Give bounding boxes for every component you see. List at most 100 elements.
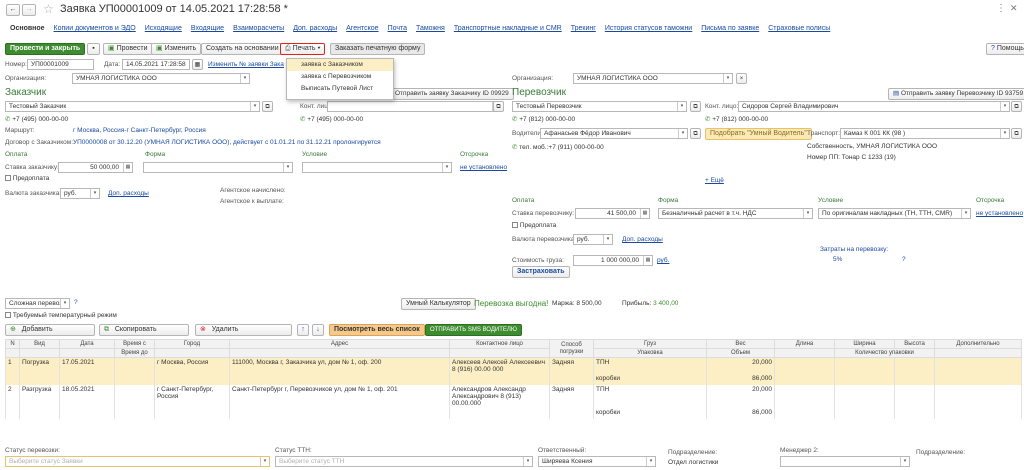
cell-volume[interactable]: 86,000	[706, 374, 775, 385]
cell-empty[interactable]	[114, 385, 155, 408]
cell-contact[interactable]: Александров Александр Александрович 8 (9…	[449, 385, 550, 408]
table-row-sub[interactable]: коробки 86,000	[5, 374, 1022, 385]
driver-field[interactable]: Афанасьев Фёдор Иванович ▾	[540, 128, 688, 139]
customer-org-field[interactable]: УМНАЯ ЛОГИСТИКА ООО ▾	[72, 73, 250, 84]
customer-rate-field[interactable]: 50 000,00 ▦	[58, 162, 133, 173]
carrier-contact-open-icon[interactable]: ⧉	[1011, 101, 1022, 112]
tab-0[interactable]: Основное	[6, 25, 49, 32]
carrier-extra-costs-link[interactable]: Доп. расходы	[622, 236, 663, 243]
column-header[interactable]: Длина	[774, 339, 835, 349]
save-icon[interactable]: ▪	[87, 43, 100, 55]
cell-empty[interactable]	[774, 408, 835, 419]
responsible-field[interactable]: Ширяева Ксения ▾	[538, 456, 656, 467]
cell-cargo[interactable]: ТПН	[593, 385, 707, 408]
cell-empty[interactable]	[59, 374, 115, 385]
edit-button[interactable]: ▣ Изменить	[151, 43, 202, 55]
tab-3[interactable]: Входящие	[187, 25, 228, 32]
tab-1[interactable]: Копии документов и ЭДО	[50, 25, 140, 32]
cell-empty[interactable]	[834, 357, 895, 374]
customer-contact-open-icon[interactable]: ⧉	[493, 101, 504, 112]
customer-cond-field[interactable]: ▾	[302, 162, 452, 173]
cell-weight[interactable]: 20,000	[706, 357, 775, 374]
carrier-rate-field[interactable]: 41 500,00 ▦	[575, 208, 650, 219]
transport-field[interactable]: Камаз К 001 КК (98 ) ▾	[840, 128, 1010, 139]
send-sms-driver-button[interactable]: ОТПРАВИТЬ SMS ВОДИТЕЛЮ	[425, 324, 522, 336]
cell-empty[interactable]	[774, 374, 835, 385]
cell-contact[interactable]: Алексеев Алексей Алексеевич 8 (916) 00.0…	[449, 357, 550, 374]
transport-type-help-icon[interactable]: ?	[74, 299, 78, 306]
add-more-link[interactable]: + Ещё	[705, 177, 724, 184]
tab-9[interactable]: Транспортные накладные и CMR	[450, 25, 566, 32]
customer-name-field[interactable]: Тестовый Заказчик ▾	[5, 101, 260, 112]
contract-value[interactable]: УП0000008 от 30.12.20 (УМНАЯ ЛОГИСТИКА О…	[73, 139, 381, 146]
carrier-open-icon[interactable]: ⧉	[690, 101, 701, 112]
cell-empty[interactable]	[114, 408, 155, 419]
send-to-carrier-button[interactable]: ▤ Отправить заявку Перевозчику ID 93759	[888, 88, 1024, 100]
cell-city[interactable]: г Санкт-Петербург, Россия	[154, 385, 230, 408]
customer-currency-field[interactable]: руб. ▾	[60, 188, 100, 199]
tab-10[interactable]: Трекинг	[567, 25, 600, 32]
table-row[interactable]: 2 Разгрузка 18.05.2021 г Санкт-Петербург, Р…	[5, 385, 1022, 408]
tab-7[interactable]: Почта	[384, 25, 411, 32]
transport-costs-help-icon[interactable]: ?	[902, 256, 906, 263]
cell-empty[interactable]	[934, 385, 1022, 408]
cell-empty[interactable]	[894, 357, 935, 374]
copy-row-button[interactable]: ⧉ Скопировать	[99, 324, 189, 336]
send-to-customer-button[interactable]: ▤ Отправить заявку Заказчику ID 09929	[382, 88, 514, 100]
tab-8[interactable]: Таможня	[412, 25, 449, 32]
cell-date[interactable]: 18.05.2021	[59, 385, 115, 408]
status-field[interactable]: Выберите статус Заявки ▾	[5, 456, 270, 467]
cell-empty[interactable]	[549, 408, 594, 419]
cell-weight[interactable]: 20,000	[706, 385, 775, 408]
column-header[interactable]: Вид	[19, 339, 60, 349]
cell-method[interactable]: Задняя	[549, 357, 594, 374]
cell-cargo[interactable]: ТПН	[593, 357, 707, 374]
tab-6[interactable]: Агентское	[342, 25, 382, 32]
column-header[interactable]: Способ погрузки	[549, 339, 594, 358]
forward-button[interactable]: →	[22, 4, 36, 16]
pick-smart-driver-button[interactable]: Подобрать "Умный Водитель"	[705, 128, 812, 140]
carrier-contact-field[interactable]: Сидоров Сергей Владимирович ▾	[738, 101, 1010, 112]
cell-method[interactable]: Задняя	[549, 385, 594, 408]
tab-11[interactable]: История статусов таможни	[601, 25, 696, 32]
carrier-form-field[interactable]: Безналичный расчет в т.ч. НДС ▾	[658, 208, 813, 219]
cell-n[interactable]: 1	[5, 357, 20, 374]
column-header[interactable]: Контактное лицо	[449, 339, 550, 349]
column-header[interactable]: Адрес	[229, 339, 450, 349]
cell-empty[interactable]	[834, 408, 895, 419]
cell-empty[interactable]	[229, 374, 450, 385]
print-menu-item-waybill[interactable]: Выписать Путевой Лист	[287, 83, 393, 95]
post-and-close-button[interactable]: Провести и закрыть	[5, 43, 86, 55]
transport-type-field[interactable]: Сложная перевозка ▾	[5, 298, 70, 309]
temperature-checkbox[interactable]: Требуемый температурный режим	[5, 312, 117, 319]
cell-empty[interactable]	[774, 385, 835, 408]
customer-prepay-checkbox[interactable]: Предоплата	[5, 175, 49, 182]
favorite-star-icon[interactable]: ☆	[43, 2, 54, 16]
cell-empty[interactable]	[449, 374, 550, 385]
cell-empty[interactable]	[154, 374, 230, 385]
customer-contact-field[interactable]: ▾	[327, 101, 502, 112]
cell-empty[interactable]	[934, 374, 1022, 385]
tab-13[interactable]: Страховые полисы	[764, 25, 834, 32]
carrier-org-clear-icon[interactable]: ×	[736, 73, 747, 84]
cell-empty[interactable]	[934, 408, 1022, 419]
cell-empty[interactable]	[5, 408, 20, 419]
cell-empty[interactable]	[19, 408, 60, 419]
cell-empty[interactable]	[114, 374, 155, 385]
back-button[interactable]: ←	[6, 4, 20, 16]
customer-delay-link[interactable]: не установлено	[460, 164, 507, 171]
table-row-sub[interactable]: коробки 86,000	[5, 408, 1022, 419]
cell-empty[interactable]	[834, 374, 895, 385]
column-header[interactable]: Вес	[706, 339, 775, 349]
cell-date[interactable]: 17.05.2021	[59, 357, 115, 374]
carrier-delay-link[interactable]: не установлено	[976, 210, 1023, 217]
cell-addr[interactable]: Санкт-Петербург г, Перевозчиков ул, дом …	[229, 385, 450, 408]
tab-12[interactable]: Письма по заявке	[697, 25, 763, 32]
cargo-currency-link[interactable]: руб.	[657, 257, 669, 264]
carrier-org-field[interactable]: УМНАЯ ЛОГИСТИКА ООО ▾	[573, 73, 733, 84]
move-up-icon[interactable]: ↑	[297, 324, 309, 336]
table-row[interactable]: 1 Погрузка 17.05.2021 г Москва, Россия 11100…	[5, 357, 1022, 374]
delete-row-button[interactable]: ⊗ Удалить	[195, 324, 292, 336]
number-field[interactable]: УП00001009	[27, 59, 94, 70]
post-button[interactable]: ▣ Провести	[103, 43, 153, 55]
